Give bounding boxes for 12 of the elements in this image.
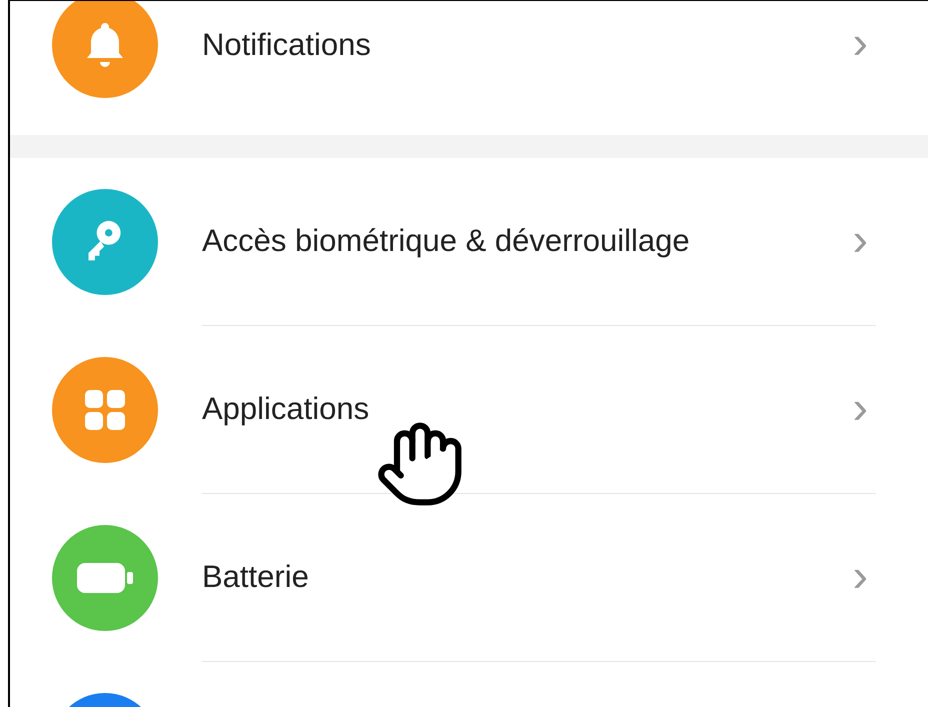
battery-icon: [77, 563, 133, 593]
chevron: ›: [852, 216, 869, 266]
row-label: Accès biométrique & déverrouillage: [202, 222, 691, 260]
row-label: Notifications: [202, 26, 372, 64]
row-label: Applications: [202, 390, 370, 428]
chevron: ›: [852, 552, 869, 602]
settings-row[interactable]: Batterie ›: [10, 494, 928, 662]
settings-row[interactable]: Accès biométrique & déverrouillage ›: [10, 158, 928, 326]
chevron: ›: [852, 384, 869, 434]
chevron: ›: [852, 19, 869, 70]
settings-row[interactable]: Notifications ›: [10, 1, 928, 135]
row-label: Batterie: [202, 558, 310, 596]
